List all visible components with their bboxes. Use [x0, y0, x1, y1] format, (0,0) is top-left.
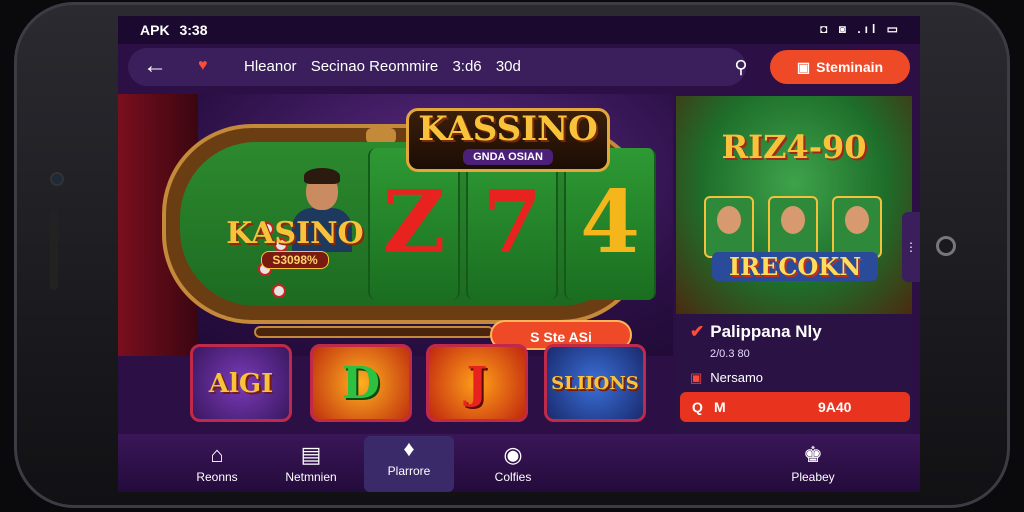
- kasino-title: KASSINO: [418, 109, 598, 149]
- nav-item-folder[interactable]: ▤ Netmnien: [266, 442, 356, 490]
- promo-action-button[interactable]: Q M 9A40: [680, 392, 910, 422]
- promo-button-search: Q: [692, 399, 703, 415]
- player-card: [832, 196, 882, 258]
- game-tile[interactable]: D: [310, 344, 412, 422]
- breadcrumb-item[interactable]: Secinao Reommire: [311, 58, 439, 75]
- cta-label: Steminain: [816, 59, 884, 75]
- player-card: [768, 196, 818, 258]
- heart-icon[interactable]: ♥: [198, 57, 216, 75]
- front-camera-icon: [50, 172, 64, 186]
- promo-side-handle[interactable]: ⋮: [902, 212, 920, 282]
- breadcrumb: Hleanor Secinao Reommire 3:d6 30d: [244, 58, 531, 75]
- promo-button-label: M: [714, 399, 726, 415]
- kasino-badge-sub: S3098%: [261, 251, 329, 269]
- bottom-navigation: ⌂ Reonns ▤ Netmnien ♦ Plarrore ◉ Colfies…: [118, 434, 920, 492]
- kasino-logo: KASSINO GNDA OSIAN: [406, 108, 610, 172]
- nav-label: Netmnien: [285, 470, 337, 484]
- game-tile[interactable]: AlGI: [190, 344, 292, 422]
- gift-icon: ▣: [796, 59, 811, 75]
- nav-label: Reonns: [196, 470, 238, 484]
- breadcrumb-item[interactable]: 3:d6: [452, 58, 481, 75]
- slot-banner[interactable]: Z 7 4 KASSINO GNDA OSIAN KASINO S3098% S…: [118, 94, 673, 356]
- cta-button[interactable]: ▣ Steminain: [770, 50, 910, 84]
- rear-camera-icon: [936, 236, 956, 256]
- kasino-badge: KASINO S3098%: [224, 216, 366, 272]
- game-tiles: AlGI D J SLIIONS: [190, 344, 654, 424]
- nav-item-crown[interactable]: ♚ Pleabey: [768, 442, 858, 490]
- promo-button-value: 9A40: [818, 399, 852, 415]
- kasino-subtitle: GNDA OSIAN: [463, 149, 553, 165]
- folder-icon: ▤: [300, 442, 322, 467]
- status-bar: APK 3:38 ◘ ◙ .ıl ▭: [118, 16, 920, 44]
- top-navigation-bar: ← ♥ Hleanor Secinao Reommire 3:d6 30d ⚲: [128, 48, 748, 86]
- arrow-left-icon[interactable]: ←: [140, 52, 170, 82]
- status-icons: ◘ ◙ .ıl ▭: [820, 22, 902, 36]
- promo-banner[interactable]: RIZ4-90 IRECOKN: [676, 96, 912, 314]
- promo-meta: Nersamo: [710, 370, 764, 385]
- game-tile[interactable]: J: [426, 344, 528, 422]
- nav-item-game[interactable]: ♦ Plarrore: [364, 436, 454, 492]
- search-icon[interactable]: ⚲: [726, 52, 756, 82]
- nav-item-chat[interactable]: ◉ Colfies: [468, 442, 558, 490]
- kasino-badge-title: KASINO: [226, 216, 364, 251]
- game-tile[interactable]: SLIIONS: [544, 344, 646, 422]
- promo-title: RIZ4-90: [721, 128, 867, 166]
- app-screen: APK 3:38 ◘ ◙ .ıl ▭ ← ♥ Hleanor Secinao R…: [118, 16, 920, 492]
- promo-name: Palippana Nly: [710, 322, 822, 341]
- promo-subtitle: IRECOKN: [712, 252, 878, 281]
- nav-label: Plarrore: [387, 464, 431, 478]
- nav-label: Colfies: [494, 470, 532, 484]
- tag-icon: ▣: [690, 370, 703, 385]
- nav-label: Pleabey: [791, 470, 835, 484]
- breadcrumb-item[interactable]: Hleanor: [244, 58, 297, 75]
- player-card: [704, 196, 754, 258]
- nav-item-home[interactable]: ⌂ Reonns: [172, 442, 262, 490]
- chat-icon: ◉: [503, 442, 523, 467]
- promo-info: ✔ Palippana Nly 2/0.3 80 ▣ Nersamo Q M 9A4…: [676, 314, 912, 434]
- breadcrumb-item[interactable]: 30d: [496, 58, 521, 75]
- crown-icon: ♚: [803, 442, 823, 467]
- brand-label: APK: [140, 22, 170, 38]
- side-button: [50, 210, 58, 290]
- check-icon: ✔: [690, 322, 705, 341]
- home-icon: ⌂: [210, 442, 224, 467]
- status-time: 3:38: [179, 22, 208, 38]
- game-icon: ♦: [403, 436, 415, 461]
- spin-progress-bar: [254, 326, 494, 338]
- promo-number: 2/0.3 80: [710, 348, 750, 360]
